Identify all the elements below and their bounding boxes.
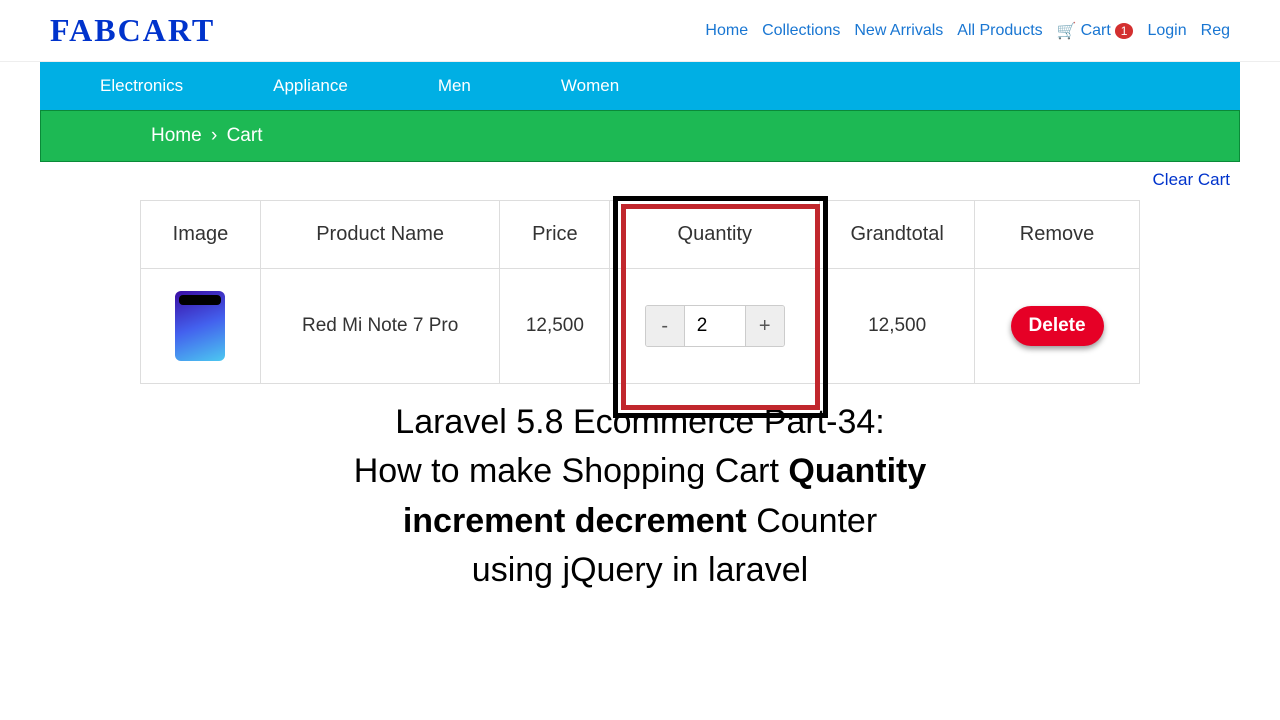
caption: Laravel 5.8 Ecommerce Part-34: How to ma… — [0, 398, 1280, 595]
breadcrumb-home[interactable]: Home — [151, 125, 202, 146]
cell-name: Red Mi Note 7 Pro — [260, 269, 500, 384]
nav-home[interactable]: Home — [705, 22, 748, 40]
th-total: Grandtotal — [820, 201, 975, 269]
cat-men[interactable]: Men — [418, 76, 491, 96]
table-header-row: Image Product Name Price Quantity Grandt… — [141, 201, 1140, 269]
th-qty: Quantity — [610, 201, 820, 269]
cat-women[interactable]: Women — [541, 76, 639, 96]
breadcrumb: Home › Cart — [40, 110, 1240, 162]
logo[interactable]: FABCART — [50, 12, 215, 49]
clear-cart-link[interactable]: Clear Cart — [1153, 170, 1230, 189]
category-nav: Electronics Appliance Men Women — [40, 62, 1240, 110]
cell-total: 12,500 — [820, 269, 975, 384]
breadcrumb-current: Cart — [227, 125, 263, 146]
qty-input[interactable] — [684, 306, 746, 346]
product-image — [175, 291, 225, 361]
th-remove: Remove — [975, 201, 1140, 269]
th-name: Product Name — [260, 201, 500, 269]
table-row: Red Mi Note 7 Pro 12,500 - + 12,500 Dele… — [141, 269, 1140, 384]
cart-icon: 🛒 — [1057, 21, 1077, 41]
cart-badge: 1 — [1115, 23, 1134, 39]
cell-remove: Delete — [975, 269, 1140, 384]
nav-all-products[interactable]: All Products — [957, 22, 1042, 40]
nav-collections[interactable]: Collections — [762, 22, 840, 40]
quantity-stepper: - + — [645, 305, 785, 347]
th-image: Image — [141, 201, 261, 269]
nav-new-arrivals[interactable]: New Arrivals — [854, 22, 943, 40]
top-header: FABCART Home Collections New Arrivals Al… — [0, 0, 1280, 62]
nav-reg[interactable]: Reg — [1201, 22, 1230, 40]
caption-line2: How to make Shopping Cart Quantity — [0, 447, 1280, 496]
cell-price: 12,500 — [500, 269, 610, 384]
delete-button[interactable]: Delete — [1011, 306, 1104, 346]
clear-cart-row: Clear Cart — [0, 162, 1280, 194]
cell-image — [141, 269, 261, 384]
cell-qty: - + — [610, 269, 820, 384]
cart-table: Image Product Name Price Quantity Grandt… — [140, 200, 1140, 384]
nav-login[interactable]: Login — [1147, 22, 1186, 40]
qty-decrement-button[interactable]: - — [646, 306, 684, 346]
cat-appliance[interactable]: Appliance — [253, 76, 368, 96]
cart-label: Cart — [1081, 22, 1111, 40]
cat-electronics[interactable]: Electronics — [80, 76, 203, 96]
top-nav: Home Collections New Arrivals All Produc… — [705, 21, 1230, 41]
th-price: Price — [500, 201, 610, 269]
caption-line3: increment decrement Counter — [0, 497, 1280, 546]
nav-cart[interactable]: 🛒 Cart 1 — [1057, 21, 1134, 41]
caption-line4: using jQuery in laravel — [0, 546, 1280, 595]
caption-line1: Laravel 5.8 Ecommerce Part-34: — [0, 398, 1280, 447]
qty-increment-button[interactable]: + — [746, 306, 784, 346]
breadcrumb-separator: › — [211, 125, 217, 146]
